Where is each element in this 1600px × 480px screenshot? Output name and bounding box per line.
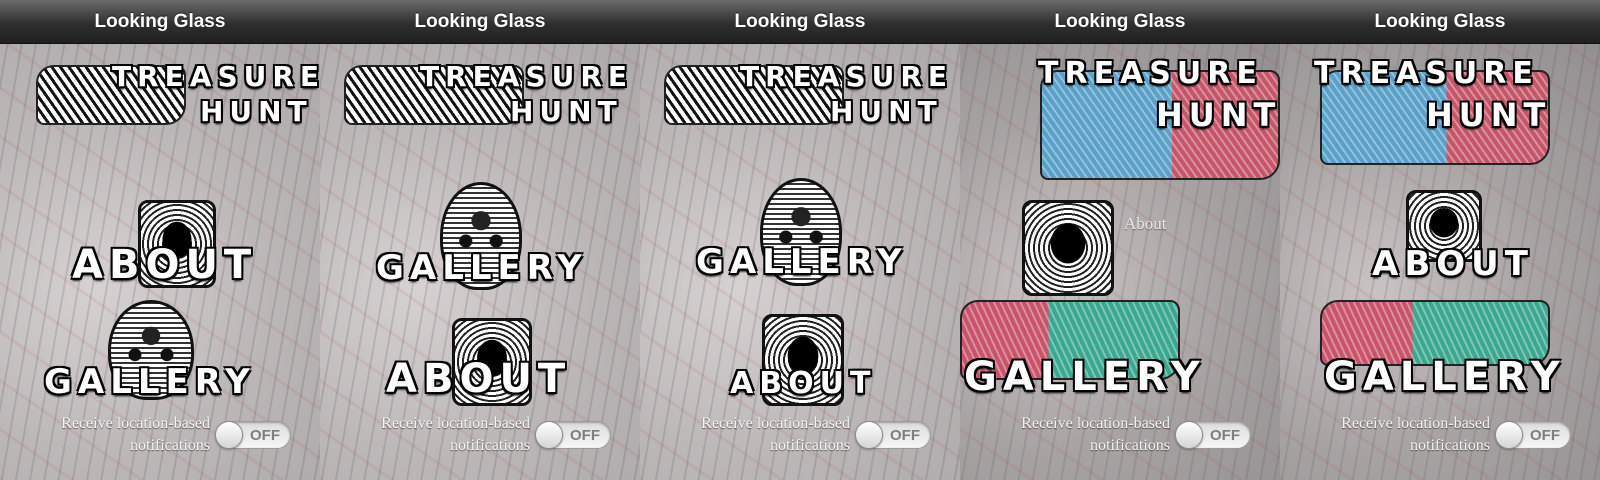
treasure-word[interactable]: TREASURE [1314, 56, 1539, 91]
screen-2: Looking Glass TREASURE HUNT GALLERY ABOU… [320, 0, 640, 480]
screen-1: Looking Glass TREASURE HUNT ABOUT GALLER… [0, 0, 320, 480]
about-word[interactable]: ABOUT [730, 366, 876, 401]
nav-bar: Looking Glass [320, 0, 640, 44]
treasure-word[interactable]: TREASURE [740, 60, 953, 93]
toggle-state-text: OFF [1530, 427, 1560, 444]
about-word[interactable]: ABOUT [72, 242, 257, 288]
screen-4: Looking Glass TREASURE HUNT About GALLER… [960, 0, 1280, 480]
notifications-toggle[interactable]: OFF [1175, 421, 1251, 449]
nav-bar: Looking Glass [0, 0, 320, 44]
treasure-word[interactable]: TREASURE [112, 60, 320, 93]
nav-title: Looking Glass [94, 10, 226, 32]
notifications-label: Receive location-based notifications [381, 415, 530, 454]
gallery-word[interactable]: GALLERY [1324, 354, 1566, 400]
nav-title: Looking Glass [1054, 10, 1186, 32]
gallery-word[interactable]: GALLERY [696, 242, 908, 282]
toggle-knob [1175, 421, 1203, 449]
toggle-state-text: OFF [1210, 427, 1240, 444]
about-word[interactable]: ABOUT [1372, 244, 1534, 284]
nav-bar: Looking Glass [1280, 0, 1600, 44]
nav-bar: Looking Glass [960, 0, 1280, 44]
nav-title: Looking Glass [734, 10, 866, 32]
screenshot-strip: Looking Glass TREASURE HUNT ABOUT GALLER… [0, 0, 1600, 480]
hunt-word[interactable]: HUNT [830, 95, 943, 128]
gallery-word[interactable]: GALLERY [376, 248, 588, 288]
screen-3: Looking Glass TREASURE HUNT GALLERY ABOU… [640, 0, 960, 480]
notifications-toggle[interactable]: OFF [855, 421, 931, 449]
notifications-label: Receive location-based notifications [61, 415, 210, 454]
toggle-state-text: OFF [890, 427, 920, 444]
toggle-knob [1495, 421, 1523, 449]
toggle-knob [855, 421, 883, 449]
notifications-toggle[interactable]: OFF [535, 421, 611, 449]
hunt-word[interactable]: HUNT [200, 95, 313, 128]
about-word[interactable]: ABOUT [386, 356, 571, 402]
nav-title: Looking Glass [414, 10, 546, 32]
notifications-label: Receive location-based notifications [701, 415, 850, 454]
nav-bar: Looking Glass [640, 0, 960, 44]
about-link[interactable]: About [1124, 214, 1167, 234]
treasure-word[interactable]: TREASURE [1038, 56, 1263, 91]
about-tile-artwork[interactable] [1022, 200, 1114, 296]
treasure-word[interactable]: TREASURE [420, 60, 633, 93]
hunt-word[interactable]: HUNT [1426, 96, 1551, 134]
notifications-toggle[interactable]: OFF [1495, 421, 1571, 449]
nav-title: Looking Glass [1374, 10, 1506, 32]
hunt-word[interactable]: HUNT [1156, 96, 1280, 134]
screen-5: Looking Glass TREASURE HUNT ABOUT GALLER… [1280, 0, 1600, 480]
notifications-label: Receive location-based notifications [1021, 415, 1170, 454]
toggle-state-text: OFF [570, 427, 600, 444]
gallery-word[interactable]: GALLERY [44, 362, 256, 402]
gallery-word[interactable]: GALLERY [964, 354, 1206, 400]
notifications-label: Receive location-based notifications [1341, 415, 1490, 454]
toggle-knob [215, 421, 243, 449]
toggle-state-text: OFF [250, 427, 280, 444]
notifications-toggle[interactable]: OFF [215, 421, 291, 449]
toggle-knob [535, 421, 563, 449]
hunt-word[interactable]: HUNT [510, 95, 623, 128]
